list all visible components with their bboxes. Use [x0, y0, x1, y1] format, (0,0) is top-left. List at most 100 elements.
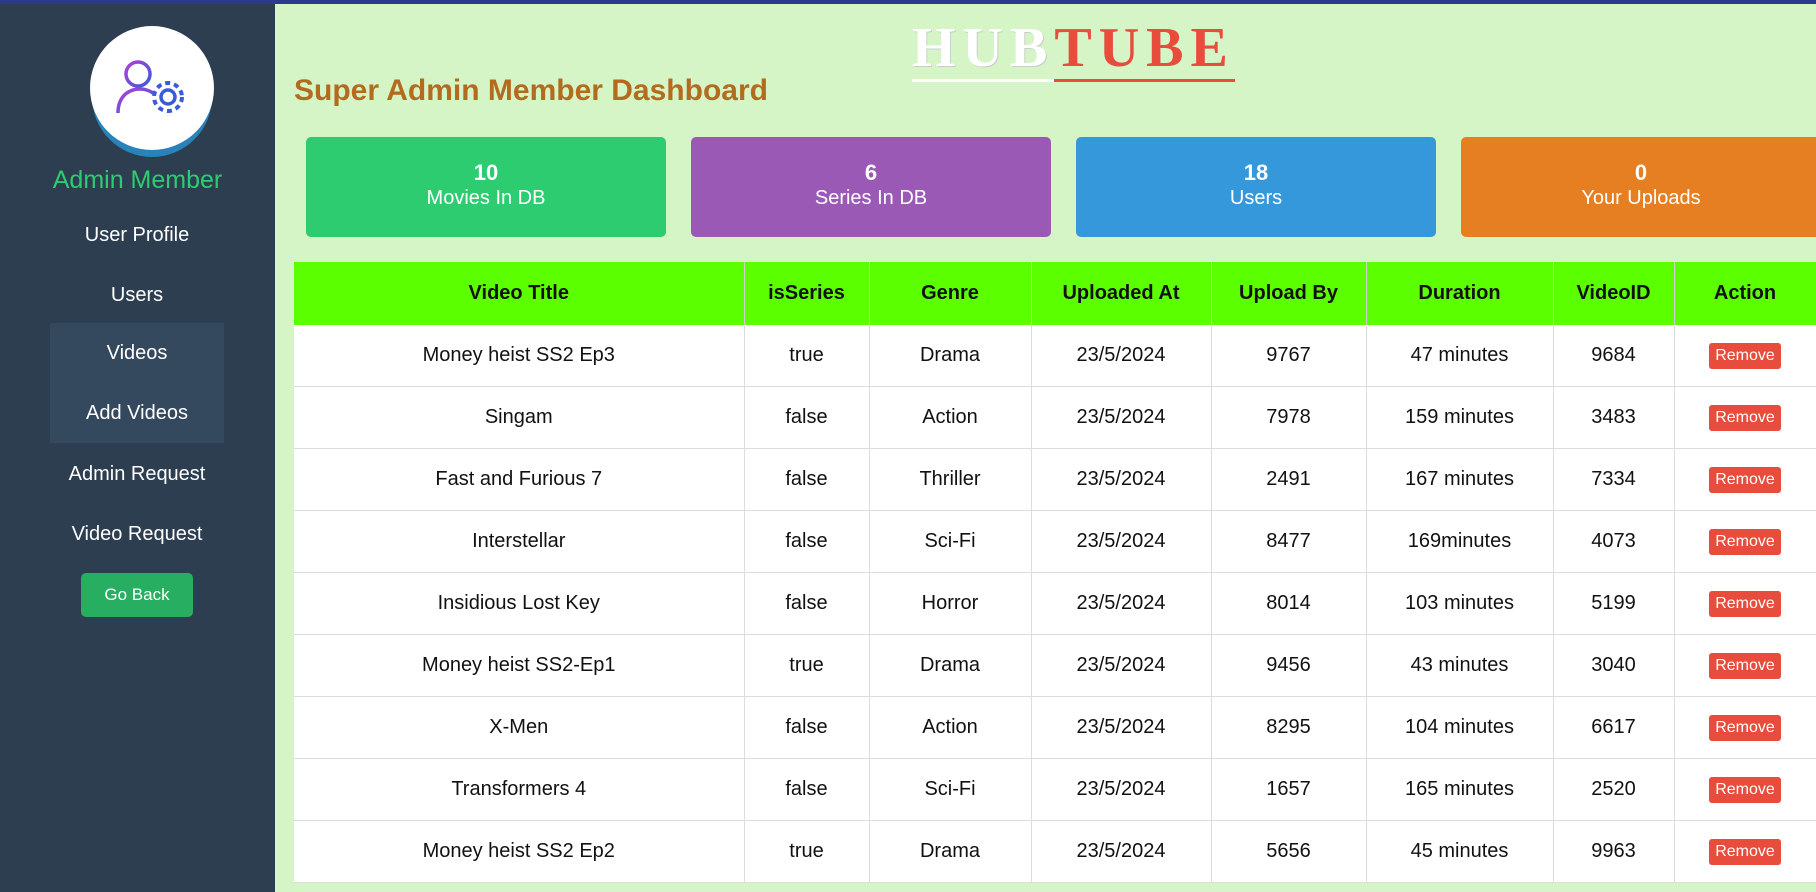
- table-row: Interstellar false Sci-Fi 23/5/2024 8477…: [294, 510, 1816, 573]
- cell-duration: 167 minutes: [1366, 448, 1554, 511]
- cell-title: Insidious Lost Key: [294, 572, 745, 635]
- cell-isseries: false: [744, 572, 870, 635]
- sidebar-item-users[interactable]: Users: [50, 265, 224, 325]
- remove-button[interactable]: Remove: [1709, 590, 1781, 617]
- cell-title: Interstellar: [294, 510, 745, 573]
- cell-isseries: false: [744, 386, 870, 449]
- cell-title: Money heist SS2-Ep1: [294, 634, 745, 697]
- cell-videoid: 7334: [1553, 448, 1675, 511]
- cell-upload-by: 8295: [1211, 696, 1367, 759]
- cell-isseries: true: [744, 634, 870, 697]
- column-header-videoid: VideoID: [1553, 262, 1675, 325]
- go-back-button[interactable]: Go Back: [81, 573, 193, 617]
- table-row: Money heist SS2 Ep2 true Drama 23/5/2024…: [294, 820, 1816, 883]
- cell-uploaded-at: 23/5/2024: [1031, 325, 1212, 387]
- cell-duration: 104 minutes: [1366, 696, 1554, 759]
- cell-genre: Action: [869, 386, 1032, 449]
- cell-action: Remove: [1674, 510, 1816, 573]
- cell-genre: Thriller: [869, 448, 1032, 511]
- cell-upload-by: 8477: [1211, 510, 1367, 573]
- stat-card-movies: 10 Movies In DB: [306, 137, 666, 237]
- cell-uploaded-at: 23/5/2024: [1031, 572, 1212, 635]
- user-gear-icon: [116, 60, 184, 115]
- sidebar-item-user-profile[interactable]: User Profile: [50, 205, 224, 265]
- remove-button[interactable]: Remove: [1709, 528, 1781, 555]
- cell-videoid: 3040: [1553, 634, 1675, 697]
- cell-isseries: true: [744, 820, 870, 883]
- column-header-uploaded-at: Uploaded At: [1031, 262, 1212, 325]
- stat-card-series: 6 Series In DB: [691, 137, 1051, 237]
- avatar: [90, 26, 214, 150]
- cell-title: Money heist SS2 Ep3: [294, 325, 745, 387]
- remove-button[interactable]: Remove: [1709, 342, 1781, 369]
- cell-videoid: 2520: [1553, 758, 1675, 821]
- cell-action: Remove: [1674, 386, 1816, 449]
- stat-label: Movies In DB: [426, 187, 546, 209]
- cell-isseries: false: [744, 758, 870, 821]
- stat-value: 10: [473, 160, 499, 185]
- stat-label: Your Uploads: [1581, 187, 1701, 209]
- remove-button[interactable]: Remove: [1709, 652, 1781, 679]
- cell-uploaded-at: 23/5/2024: [1031, 696, 1212, 759]
- column-header-isseries: isSeries: [744, 262, 870, 325]
- stat-card-uploads: 0 Your Uploads: [1461, 137, 1816, 237]
- videos-table: Video Title isSeries Genre Uploaded At U…: [294, 262, 1816, 883]
- cell-upload-by: 8014: [1211, 572, 1367, 635]
- remove-button[interactable]: Remove: [1709, 776, 1781, 803]
- cell-upload-by: 7978: [1211, 386, 1367, 449]
- stat-card-users: 18 Users: [1076, 137, 1436, 237]
- cell-title: Fast and Furious 7: [294, 448, 745, 511]
- cell-action: Remove: [1674, 634, 1816, 697]
- cell-title: Money heist SS2 Ep2: [294, 820, 745, 883]
- cell-title: Singam: [294, 386, 745, 449]
- cell-uploaded-at: 23/5/2024: [1031, 758, 1212, 821]
- sidebar-item-video-request[interactable]: Video Request: [50, 504, 224, 564]
- cell-upload-by: 9767: [1211, 325, 1367, 387]
- remove-button[interactable]: Remove: [1709, 404, 1781, 431]
- logo-part-tube: TUBE: [1054, 17, 1235, 82]
- sidebar-item-add-videos[interactable]: Add Videos: [50, 383, 224, 443]
- cell-uploaded-at: 23/5/2024: [1031, 510, 1212, 573]
- cell-upload-by: 2491: [1211, 448, 1367, 511]
- cell-isseries: false: [744, 448, 870, 511]
- cell-duration: 43 minutes: [1366, 634, 1554, 697]
- cell-videoid: 9963: [1553, 820, 1675, 883]
- cell-genre: Action: [869, 696, 1032, 759]
- table-row: X-Men false Action 23/5/2024 8295 104 mi…: [294, 696, 1816, 759]
- logo-part-hub: HUB: [912, 17, 1055, 82]
- cell-genre: Drama: [869, 325, 1032, 387]
- remove-button[interactable]: Remove: [1709, 714, 1781, 741]
- cell-genre: Drama: [869, 634, 1032, 697]
- stat-value: 18: [1243, 160, 1269, 185]
- cell-title: Transformers 4: [294, 758, 745, 821]
- remove-button[interactable]: Remove: [1709, 838, 1781, 865]
- cell-uploaded-at: 23/5/2024: [1031, 634, 1212, 697]
- cell-uploaded-at: 23/5/2024: [1031, 386, 1212, 449]
- cell-action: Remove: [1674, 696, 1816, 759]
- column-header-genre: Genre: [869, 262, 1032, 325]
- cell-action: Remove: [1674, 820, 1816, 883]
- cell-videoid: 9684: [1553, 325, 1675, 387]
- sidebar-item-admin-request[interactable]: Admin Request: [50, 444, 224, 504]
- table-row: Money heist SS2 Ep3 true Drama 23/5/2024…: [294, 325, 1816, 387]
- cell-videoid: 3483: [1553, 386, 1675, 449]
- column-header-action: Action: [1674, 262, 1816, 325]
- cell-upload-by: 5656: [1211, 820, 1367, 883]
- sidebar: Admin Member User Profile Users Videos A…: [0, 4, 275, 892]
- column-header-duration: Duration: [1366, 262, 1554, 325]
- table-header-row: Video Title isSeries Genre Uploaded At U…: [294, 262, 1816, 325]
- sidebar-item-videos[interactable]: Videos: [50, 323, 224, 383]
- stat-label: Users: [1229, 187, 1283, 209]
- cell-duration: 45 minutes: [1366, 820, 1554, 883]
- table-row: Singam false Action 23/5/2024 7978 159 m…: [294, 386, 1816, 449]
- cell-action: Remove: [1674, 325, 1816, 387]
- table-row: Insidious Lost Key false Horror 23/5/202…: [294, 572, 1816, 635]
- cell-duration: 165 minutes: [1366, 758, 1554, 821]
- cell-upload-by: 9456: [1211, 634, 1367, 697]
- cell-uploaded-at: 23/5/2024: [1031, 448, 1212, 511]
- remove-button[interactable]: Remove: [1709, 466, 1781, 493]
- cell-action: Remove: [1674, 758, 1816, 821]
- cell-title: X-Men: [294, 696, 745, 759]
- table-row: Fast and Furious 7 false Thriller 23/5/2…: [294, 448, 1816, 511]
- cell-genre: Drama: [869, 820, 1032, 883]
